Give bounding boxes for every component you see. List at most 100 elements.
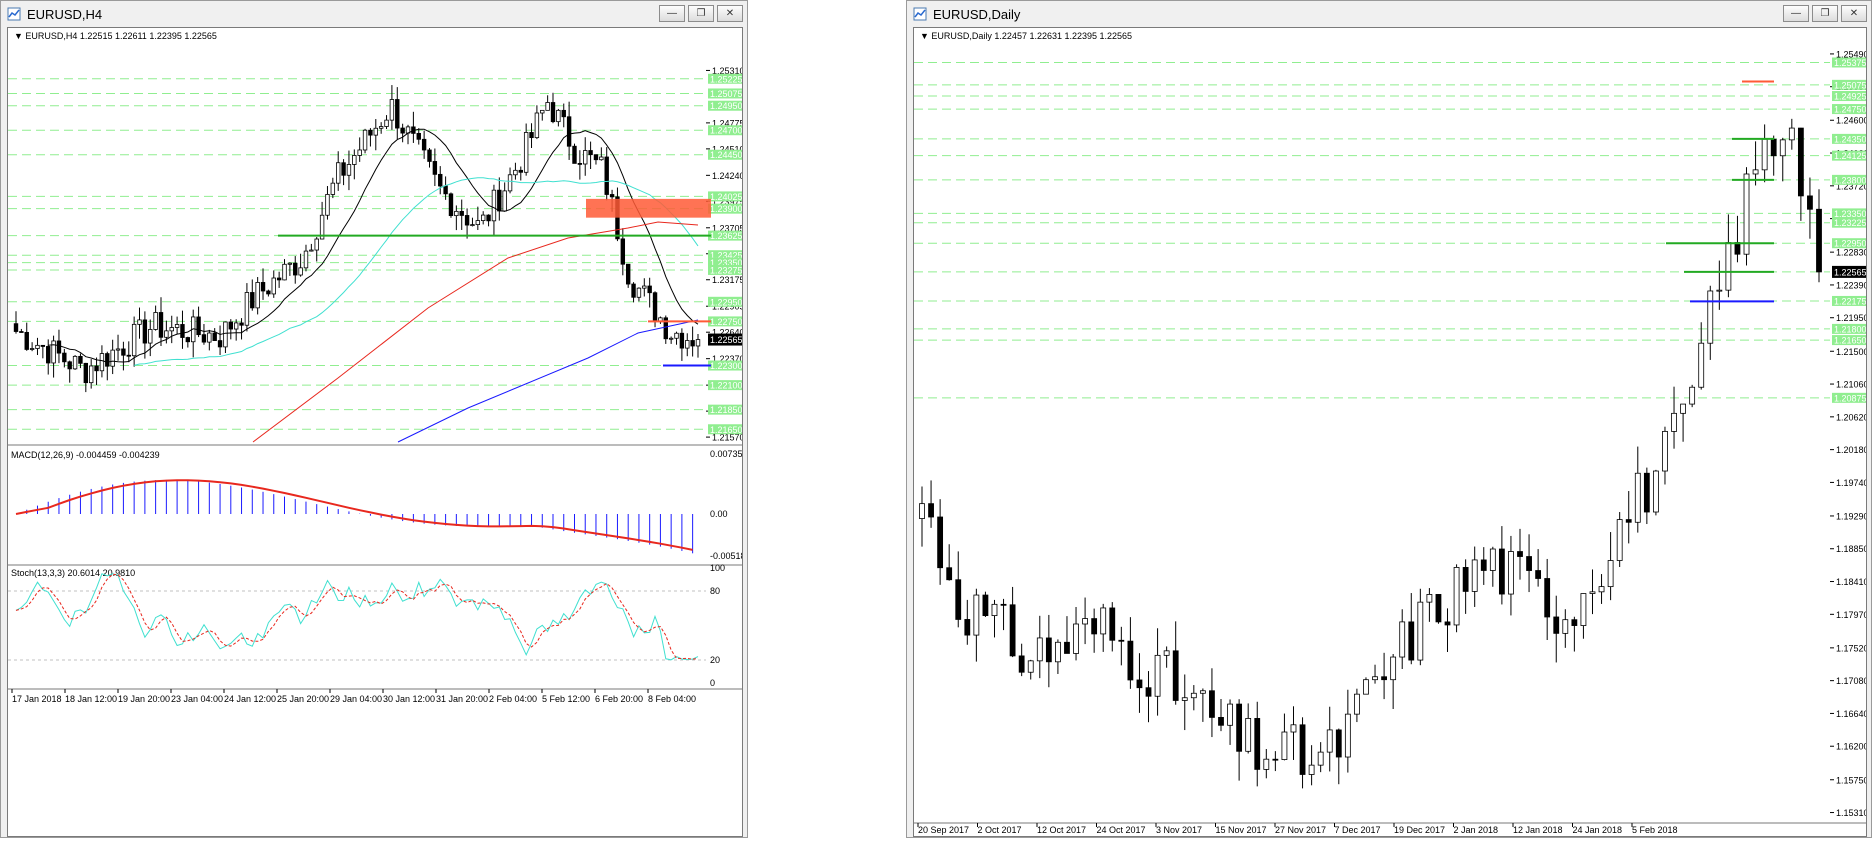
candle-body bbox=[1707, 290, 1714, 344]
candle-body bbox=[330, 182, 336, 195]
time-label: 18 Jan 12:00 bbox=[65, 694, 117, 704]
candle-body bbox=[668, 337, 674, 340]
h4-chart-area[interactable]: 1.25310 1.24775 1.24510 1.24240 1.23975 1.237… bbox=[7, 27, 751, 837]
candle-body bbox=[1127, 640, 1134, 681]
time-label: 3 Nov 2017 bbox=[1156, 825, 1202, 835]
restore-button[interactable]: ❐ bbox=[688, 5, 714, 22]
candle-body bbox=[674, 332, 679, 339]
candle-body bbox=[1508, 551, 1514, 595]
candle-body bbox=[368, 129, 373, 136]
candle-body bbox=[1734, 242, 1741, 255]
candle-body bbox=[1236, 703, 1243, 752]
candle-body bbox=[1281, 731, 1288, 760]
candle-body bbox=[486, 214, 491, 222]
daily-chart-canvas[interactable]: 1.254901.250501.246001.241601.237201.232… bbox=[914, 28, 1869, 836]
candle-body bbox=[1562, 619, 1569, 634]
candle-body bbox=[352, 155, 357, 165]
candle-body bbox=[599, 156, 604, 161]
candle-body bbox=[625, 263, 631, 285]
candle-body bbox=[1598, 586, 1605, 593]
h4-title-bar[interactable]: EURUSD,H4 — ❐ ✕ bbox=[1, 1, 747, 27]
candle-body bbox=[679, 332, 685, 349]
daily-window-title: EURUSD,Daily bbox=[933, 6, 1021, 22]
candle-body bbox=[325, 194, 330, 216]
candle-body bbox=[973, 594, 980, 636]
candle-body bbox=[480, 214, 486, 221]
candle-body bbox=[56, 340, 62, 354]
price-scale-label: 1.21060 bbox=[1836, 380, 1866, 390]
candle-body bbox=[271, 277, 276, 295]
close-button[interactable]: ✕ bbox=[1841, 5, 1867, 22]
candle-body bbox=[583, 150, 588, 165]
candle-body bbox=[1199, 690, 1206, 694]
stoch-k-line bbox=[15, 573, 699, 661]
minimize-button[interactable]: — bbox=[659, 5, 685, 22]
candle-body bbox=[459, 210, 464, 216]
candle-body bbox=[72, 355, 78, 370]
candle-body bbox=[378, 126, 384, 129]
price-scale-label: 1.18850 bbox=[1836, 544, 1866, 554]
level-label: 1.24125 bbox=[1834, 151, 1866, 161]
candle-body bbox=[438, 173, 443, 187]
candle-body bbox=[298, 267, 303, 276]
candle-body bbox=[464, 215, 470, 226]
current-price-label: 1.22565 bbox=[1834, 267, 1866, 277]
price-scale-label: 1.15310 bbox=[1836, 808, 1866, 818]
candle-body bbox=[121, 348, 126, 356]
candle-body bbox=[647, 285, 652, 294]
price-scale-label: 1.23175 bbox=[712, 275, 742, 285]
daily-chart-area[interactable]: 1.254901.250501.246001.241601.237201.232… bbox=[913, 27, 1869, 837]
minimize-button[interactable]: — bbox=[1783, 5, 1809, 22]
level-label: 1.24950 bbox=[710, 101, 742, 111]
candle-body bbox=[540, 109, 545, 114]
price-scale-label: 1.22390 bbox=[1836, 280, 1866, 290]
candle-body bbox=[1326, 729, 1333, 753]
candle-body bbox=[1335, 729, 1342, 758]
candle-body bbox=[475, 220, 481, 226]
price-scale-label: 1.17970 bbox=[1836, 610, 1866, 620]
candle-body bbox=[497, 189, 502, 212]
time-label: 24 Oct 2017 bbox=[1097, 825, 1146, 835]
stoch-scale-label: 100 bbox=[710, 563, 725, 573]
candle-body bbox=[1471, 559, 1478, 592]
candle-body bbox=[1634, 472, 1641, 523]
candle-body bbox=[588, 150, 593, 156]
candle-body bbox=[1209, 690, 1215, 718]
candle-body bbox=[1154, 654, 1161, 697]
candle-body bbox=[314, 238, 319, 251]
restore-button[interactable]: ❐ bbox=[1812, 5, 1838, 22]
candle-body bbox=[357, 149, 362, 156]
candle-body bbox=[523, 132, 529, 173]
candle-body bbox=[1082, 618, 1088, 625]
candle-body bbox=[110, 349, 115, 367]
time-label: 17 Jan 2018 bbox=[12, 694, 62, 704]
candle-body bbox=[1616, 519, 1623, 561]
daily-title-bar[interactable]: EURUSD,Daily — ❐ ✕ bbox=[907, 1, 1871, 27]
candle-body bbox=[1797, 127, 1804, 197]
minimize-icon: — bbox=[667, 8, 677, 19]
candle-body bbox=[153, 312, 158, 330]
candle-body bbox=[982, 594, 989, 617]
chart-window-icon bbox=[913, 7, 927, 21]
h4-chart-canvas[interactable]: 1.253101.247751.245101.242401.239751.237… bbox=[8, 28, 751, 836]
macd-scale-label: -0.005186 bbox=[710, 551, 742, 561]
candle-body bbox=[201, 334, 207, 343]
close-button[interactable]: ✕ bbox=[717, 5, 743, 22]
candle-body bbox=[1227, 703, 1233, 726]
candle-body bbox=[427, 149, 432, 162]
level-label: 1.23275 bbox=[710, 265, 742, 275]
candle-body bbox=[174, 324, 180, 328]
candle-body bbox=[1163, 650, 1170, 656]
candle-body bbox=[1045, 637, 1052, 663]
candle-body bbox=[545, 102, 550, 111]
candle-body bbox=[1426, 594, 1433, 603]
candle-body bbox=[1317, 751, 1324, 766]
candle-body bbox=[180, 324, 185, 338]
candle-body bbox=[432, 161, 438, 175]
candle-body bbox=[212, 332, 217, 341]
level-label: 1.24350 bbox=[1834, 134, 1866, 144]
stoch-d-line bbox=[15, 573, 699, 660]
candle-body bbox=[1435, 594, 1442, 623]
candle-body bbox=[83, 362, 89, 384]
candle-body bbox=[470, 224, 475, 227]
